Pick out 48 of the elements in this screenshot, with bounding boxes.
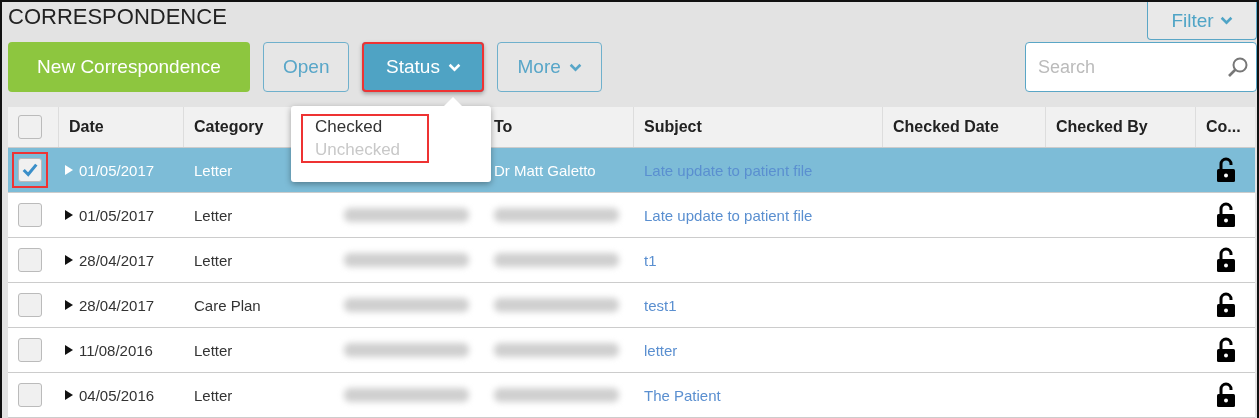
unlocked-padlock-icon xyxy=(1215,247,1236,273)
row-checkbox[interactable] xyxy=(18,203,42,227)
select-all-checkbox[interactable] xyxy=(18,115,42,139)
column-header[interactable]: Co... xyxy=(1206,118,1241,136)
row-checkbox[interactable] xyxy=(18,383,42,407)
category-cell: Letter xyxy=(194,206,233,224)
category-cell: Letter xyxy=(194,251,233,269)
menu-item[interactable]: Checked xyxy=(305,117,429,140)
column-header[interactable]: Subject xyxy=(644,118,702,136)
expand-icon[interactable] xyxy=(65,300,73,310)
expand-icon[interactable] xyxy=(65,210,73,220)
column-header[interactable]: Checked By xyxy=(1056,118,1148,136)
unlocked-padlock-icon xyxy=(1215,157,1236,183)
table-row[interactable]: 28/04/2017 Care Plan test1 xyxy=(8,283,1255,328)
table-row[interactable]: 04/05/2016 Letter The Patient xyxy=(8,373,1255,418)
date-cell: 04/05/2016 xyxy=(79,386,155,404)
date-cell: 01/05/2017 xyxy=(79,161,155,179)
recipient-cell: Dr Matt Galetto xyxy=(494,161,596,179)
expand-icon[interactable] xyxy=(65,255,73,265)
unlocked-padlock-icon xyxy=(1215,202,1236,228)
column-header[interactable]: Checked Date xyxy=(893,118,999,136)
expand-icon[interactable] xyxy=(65,390,73,400)
unlocked-padlock-icon xyxy=(1215,337,1236,363)
date-cell: 28/04/2017 xyxy=(79,296,155,314)
table-row[interactable]: 01/05/2017 Letter Late update to patient file xyxy=(8,193,1255,238)
category-cell: Care Plan xyxy=(194,296,261,314)
table-row[interactable]: 11/08/2016 Letter letter xyxy=(8,328,1255,373)
unlocked-padlock-icon xyxy=(1215,292,1236,318)
category-cell: Letter xyxy=(194,386,233,404)
column-header[interactable]: To xyxy=(494,118,513,136)
date-cell: 01/05/2017 xyxy=(79,206,155,224)
search-icon xyxy=(1227,56,1249,78)
date-cell: 28/04/2017 xyxy=(79,251,155,269)
table-row[interactable]: 28/04/2017 Letter t1 xyxy=(8,238,1255,283)
row-checkbox[interactable] xyxy=(18,338,42,362)
page-title: CORRESPONDENCE xyxy=(8,4,227,30)
row-checkbox[interactable] xyxy=(18,293,42,317)
column-header[interactable]: Date xyxy=(69,118,104,136)
column-header[interactable]: Category xyxy=(194,118,264,136)
date-cell: 11/08/2016 xyxy=(79,341,153,359)
search-field[interactable]: Search xyxy=(1025,42,1257,92)
expand-icon[interactable] xyxy=(65,345,73,355)
unlocked-padlock-icon xyxy=(1215,382,1236,408)
category-cell: Letter xyxy=(194,341,233,359)
chevron-down-icon xyxy=(1219,16,1233,25)
category-cell: Letter xyxy=(194,161,233,179)
row-checkbox[interactable] xyxy=(18,158,42,182)
row-checkbox[interactable] xyxy=(18,248,42,272)
